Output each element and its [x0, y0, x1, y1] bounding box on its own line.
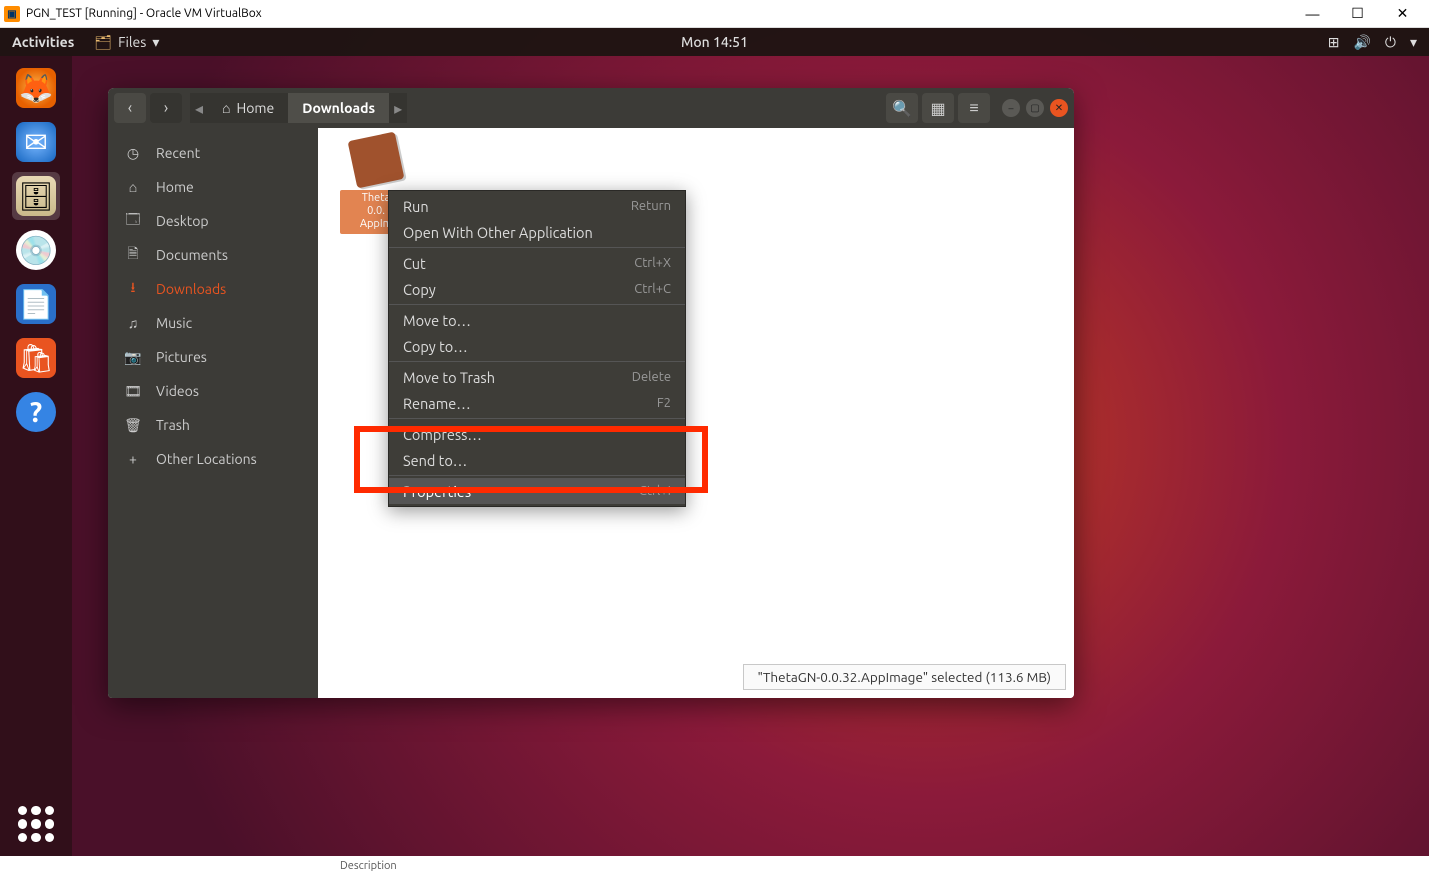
ctx-cut[interactable]: CutCtrl+X — [389, 250, 685, 276]
breadcrumb-home[interactable]: ⌂Home — [208, 93, 288, 123]
camera-icon: 📷 — [124, 349, 142, 366]
volume-icon[interactable]: 🔊 — [1353, 34, 1370, 51]
clock-icon: ◷ — [124, 145, 142, 162]
dock-software[interactable]: 🛍 — [12, 334, 60, 382]
bottom-description: Description — [340, 860, 397, 872]
music-icon: ♫ — [124, 315, 142, 331]
clock[interactable]: Mon 14:51 — [681, 34, 748, 50]
search-button[interactable]: 🔍 — [886, 93, 918, 123]
sidebar-item-desktop[interactable]: 🗔Desktop — [108, 204, 318, 238]
home-icon: ⌂ — [124, 179, 142, 195]
ctx-run[interactable]: RunReturn — [389, 193, 685, 219]
virtualbox-icon: ▣ — [4, 6, 20, 22]
system-tray[interactable]: ⊞ 🔊 ⏻ ▾ — [1328, 34, 1417, 51]
power-icon[interactable]: ⏻ — [1385, 34, 1396, 51]
app-menu-files[interactable]: 🗂 Files ▾ — [94, 34, 159, 51]
ubuntu-desktop: Activities 🗂 Files ▾ Mon 14:51 ⊞ 🔊 ⏻ ▾ 🦊… — [0, 28, 1429, 856]
desktop-icon: 🗔 — [124, 209, 142, 233]
gnome-top-bar: Activities 🗂 Files ▾ Mon 14:51 ⊞ 🔊 ⏻ ▾ — [0, 28, 1429, 56]
dock-files[interactable]: 🗄 — [12, 172, 60, 220]
plus-icon: + — [124, 451, 142, 467]
separator — [389, 304, 685, 305]
window-close-button[interactable]: ✕ — [1050, 99, 1068, 117]
host-close-button[interactable]: ✕ — [1380, 0, 1425, 28]
ctx-open-with[interactable]: Open With Other Application — [389, 219, 685, 245]
chevron-down-icon: ▾ — [152, 34, 159, 51]
sidebar-item-trash[interactable]: 🗑Trash — [108, 408, 318, 442]
status-bar: "ThetaGN-0.0.32.AppImage" selected (113.… — [743, 664, 1066, 690]
ctx-rename[interactable]: Rename…F2 — [389, 390, 685, 416]
video-icon: 🎞 — [124, 383, 142, 400]
window-minimize-button[interactable]: – — [1002, 99, 1020, 117]
sidebar-item-home[interactable]: ⌂Home — [108, 170, 318, 204]
download-icon: ⭳ — [124, 277, 142, 301]
breadcrumb-next[interactable]: ▸ — [389, 93, 407, 123]
chevron-down-icon[interactable]: ▾ — [1410, 34, 1417, 51]
annotation-highlight — [354, 426, 708, 493]
host-window-title: PGN_TEST [Running] - Oracle VM VirtualBo… — [26, 7, 1290, 20]
appimage-icon — [348, 132, 405, 189]
breadcrumb-prev[interactable]: ◂ — [190, 93, 208, 123]
sidebar-item-music[interactable]: ♫Music — [108, 306, 318, 340]
folder-icon: 🗂 — [94, 34, 112, 51]
dock-help[interactable]: ? — [12, 388, 60, 436]
view-toggle-button[interactable]: ▦ — [922, 93, 954, 123]
host-window-titlebar: ▣ PGN_TEST [Running] - Oracle VM Virtual… — [0, 0, 1429, 28]
host-minimize-button[interactable]: — — [1290, 0, 1335, 28]
window-controls: – ▢ ✕ — [1002, 99, 1068, 117]
host-maximize-button[interactable]: ☐ — [1335, 0, 1380, 28]
sidebar-item-documents[interactable]: 🗎Documents — [108, 238, 318, 272]
dock-writer[interactable]: 📄 — [12, 280, 60, 328]
apps-grid-button[interactable] — [18, 806, 54, 842]
separator — [389, 361, 685, 362]
nautilus-sidebar: ◷Recent ⌂Home 🗔Desktop 🗎Documents ⭳Downl… — [108, 128, 318, 698]
host-bottom-strip: Description — [0, 856, 1429, 876]
network-icon[interactable]: ⊞ — [1328, 34, 1340, 51]
sidebar-item-other-locations[interactable]: +Other Locations — [108, 442, 318, 476]
app-menu-label: Files — [118, 34, 146, 50]
breadcrumb: ◂ ⌂Home Downloads ▸ — [190, 93, 407, 123]
sidebar-item-pictures[interactable]: 📷Pictures — [108, 340, 318, 374]
breadcrumb-current[interactable]: Downloads — [288, 93, 389, 123]
ctx-move-to[interactable]: Move to… — [389, 307, 685, 333]
hamburger-menu-button[interactable]: ≡ — [958, 93, 990, 123]
separator — [389, 418, 685, 419]
window-maximize-button[interactable]: ▢ — [1026, 99, 1044, 117]
trash-icon: 🗑 — [124, 417, 142, 434]
dock: 🦊 ✉ 🗄 💿 📄 🛍 ? — [0, 56, 72, 856]
sidebar-item-downloads[interactable]: ⭳Downloads — [108, 272, 318, 306]
sidebar-item-videos[interactable]: 🎞Videos — [108, 374, 318, 408]
ctx-move-to-trash[interactable]: Move to TrashDelete — [389, 364, 685, 390]
activities-button[interactable]: Activities — [12, 34, 74, 50]
separator — [389, 247, 685, 248]
nav-back-button[interactable]: ‹ — [114, 93, 146, 123]
dock-firefox[interactable]: 🦊 — [12, 64, 60, 112]
dock-rhythmbox[interactable]: 💿 — [12, 226, 60, 274]
document-icon: 🗎 — [124, 243, 142, 267]
nautilus-header: ‹ › ◂ ⌂Home Downloads ▸ 🔍 ▦ ≡ – ▢ ✕ — [108, 88, 1074, 128]
ctx-copy[interactable]: CopyCtrl+C — [389, 276, 685, 302]
sidebar-item-recent[interactable]: ◷Recent — [108, 136, 318, 170]
home-icon: ⌂ — [222, 100, 230, 116]
nav-forward-button[interactable]: › — [150, 93, 182, 123]
ctx-copy-to[interactable]: Copy to… — [389, 333, 685, 359]
dock-thunderbird[interactable]: ✉ — [12, 118, 60, 166]
